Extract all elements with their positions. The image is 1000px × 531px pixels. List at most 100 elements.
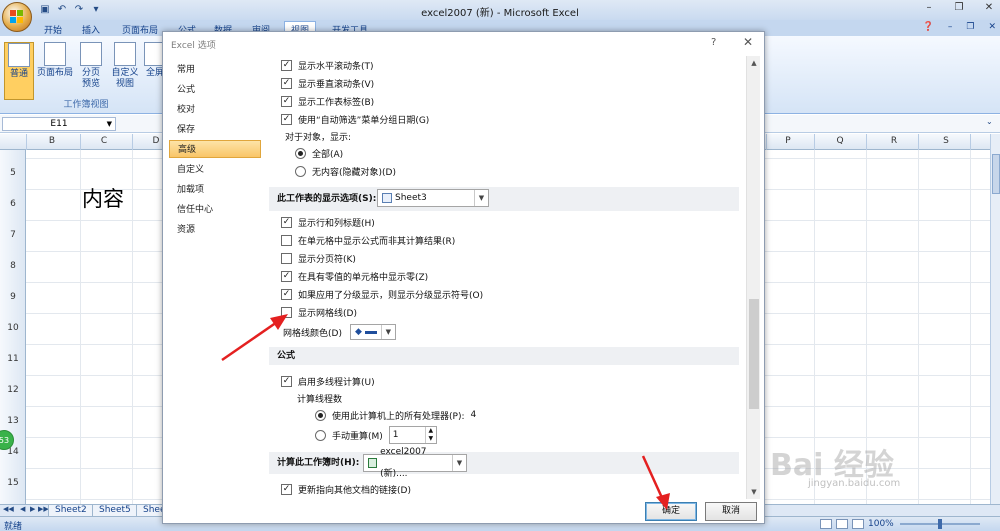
option-row[interactable]: ✓ 更新指向其他文档的链接(D) xyxy=(281,482,411,496)
column-header[interactable]: B xyxy=(42,136,62,146)
radio-button[interactable] xyxy=(295,165,306,177)
normal-view-small-icon[interactable] xyxy=(820,519,832,529)
checkbox[interactable]: ✓ xyxy=(281,113,292,125)
tab-page-layout[interactable]: 页面布局 xyxy=(122,23,158,36)
checkbox[interactable]: ✓ xyxy=(281,77,292,89)
normal-view-button[interactable]: 普通 xyxy=(4,42,34,100)
checkbox[interactable]: ✓ xyxy=(281,375,292,387)
zoom-level[interactable]: 100% xyxy=(868,519,894,529)
show-gridlines-row[interactable]: 显示网格线(D) xyxy=(281,305,357,319)
option-row[interactable]: ✓ 显示工作表标签(B) xyxy=(281,94,374,108)
checkbox[interactable] xyxy=(281,252,292,264)
nav-item-addins[interactable]: 加载项 xyxy=(169,181,261,199)
close-window-icon[interactable]: ✕ xyxy=(982,2,996,16)
zoom-slider-knob[interactable] xyxy=(938,519,942,529)
workbook-select[interactable]: excel2007 (新).... ▼ xyxy=(363,447,467,479)
sheet-vertical-scrollbar[interactable] xyxy=(990,134,1000,514)
custom-views-button[interactable]: 自定义 视图 xyxy=(110,42,140,90)
chevron-down-icon[interactable]: ▼ xyxy=(474,190,488,206)
page-break-small-icon[interactable] xyxy=(852,519,864,529)
tab-insert[interactable]: 插入 xyxy=(82,23,100,36)
restore-icon[interactable]: ❐ xyxy=(952,2,966,16)
row-header[interactable]: 9 xyxy=(0,292,26,302)
nav-item-proofing[interactable]: 校对 xyxy=(169,101,261,119)
page-break-preview-button[interactable]: 分页 预览 xyxy=(76,42,106,90)
expand-formula-bar-icon[interactable]: ⌄ xyxy=(986,117,996,131)
cell-text[interactable]: 内容 xyxy=(82,183,124,213)
checkbox[interactable]: ✓ xyxy=(281,59,292,71)
row-header[interactable]: 7 xyxy=(0,230,26,240)
column-header[interactable]: S xyxy=(936,136,956,146)
page-layout-view-button[interactable]: 页面布局 xyxy=(36,42,74,79)
option-row[interactable]: 全部(A) xyxy=(295,146,343,160)
row-header[interactable]: 8 xyxy=(0,261,26,271)
nav-item-save[interactable]: 保存 xyxy=(169,121,261,139)
option-row[interactable]: ✓ 显示水平滚动条(T) xyxy=(281,58,374,72)
scrollbar-thumb[interactable] xyxy=(749,299,759,409)
nav-item-trust-center[interactable]: 信任中心 xyxy=(169,201,261,219)
scroll-down-icon[interactable]: ▼ xyxy=(747,485,761,499)
column-header[interactable]: C xyxy=(94,136,114,146)
office-button[interactable] xyxy=(2,2,32,32)
checkbox[interactable]: ✓ xyxy=(281,288,292,300)
checkbox[interactable]: ✓ xyxy=(281,483,292,495)
zoom-slider[interactable] xyxy=(900,519,980,529)
option-row[interactable]: ✓ 在具有零值的单元格中显示零(Z) xyxy=(281,269,428,283)
column-header[interactable]: R xyxy=(884,136,904,146)
nav-item-popular[interactable]: 常用 xyxy=(169,61,261,79)
close-icon[interactable]: ✕ xyxy=(743,35,753,49)
chevron-down-icon[interactable]: ▼ xyxy=(380,325,395,339)
chevron-down-icon[interactable]: ▼ xyxy=(452,455,466,471)
option-row[interactable]: ✓ 如果应用了分级显示，则显示分级显示符号(O) xyxy=(281,287,483,301)
column-header[interactable]: P xyxy=(778,136,798,146)
checkbox[interactable]: ✓ xyxy=(281,270,292,282)
options-scrollbar[interactable]: ▲ ▼ xyxy=(746,56,760,499)
ribbon-close-icon[interactable]: ✕ xyxy=(988,22,996,32)
row-header[interactable]: 6 xyxy=(0,199,26,209)
help-icon[interactable]: ❓ xyxy=(923,22,934,32)
option-row[interactable]: ✓ 显示行和列标题(H) xyxy=(281,215,375,229)
radio-button[interactable] xyxy=(315,429,326,441)
option-row[interactable]: 在单元格中显示公式而非其计算结果(R) xyxy=(281,233,455,247)
nav-item-customize[interactable]: 自定义 xyxy=(169,161,261,179)
checkbox[interactable]: ✓ xyxy=(281,216,292,228)
ribbon-restore-icon[interactable]: ❐ xyxy=(966,22,974,32)
help-icon[interactable]: ? xyxy=(711,37,716,48)
option-row[interactable]: ✓ 显示垂直滚动条(V) xyxy=(281,76,374,90)
ok-button[interactable]: 确定 xyxy=(645,502,697,521)
radio-button[interactable] xyxy=(315,409,326,421)
column-header[interactable]: Q xyxy=(830,136,850,146)
scrollbar-thumb[interactable] xyxy=(992,154,1000,194)
option-row[interactable]: ✓ 使用“自动筛选”菜单分组日期(G) xyxy=(281,112,429,126)
cancel-button[interactable]: 取消 xyxy=(705,502,757,521)
row-header[interactable]: 13 xyxy=(0,416,26,426)
chevron-down-icon[interactable]: ▼ xyxy=(107,118,112,130)
ribbon-minimize-icon[interactable]: – xyxy=(948,22,953,32)
scroll-up-icon[interactable]: ▲ xyxy=(747,56,761,70)
nav-item-formulas[interactable]: 公式 xyxy=(169,81,261,99)
row-header[interactable]: 15 xyxy=(0,478,26,488)
page-layout-small-icon[interactable] xyxy=(836,519,848,529)
option-row[interactable]: 显示分页符(K) xyxy=(281,251,356,265)
row-header[interactable]: 11 xyxy=(0,354,26,364)
row-header[interactable]: 10 xyxy=(0,323,26,333)
row-header[interactable]: 12 xyxy=(0,385,26,395)
nav-item-advanced[interactable]: 高级 xyxy=(169,140,261,158)
option-row[interactable]: 无内容(隐藏对象)(D) xyxy=(295,164,396,178)
row-header[interactable]: 5 xyxy=(0,168,26,178)
first-sheet-icon[interactable]: ◀◀ xyxy=(3,505,14,513)
radio-button[interactable] xyxy=(295,147,306,159)
gridline-color-picker[interactable]: ◆ ▼ xyxy=(349,324,396,340)
tab-home[interactable]: 开始 xyxy=(44,23,62,36)
show-gridlines-checkbox[interactable] xyxy=(281,306,292,318)
sheet-select[interactable]: Sheet3 ▼ xyxy=(377,189,489,207)
next-sheet-icon[interactable]: ▶ xyxy=(30,505,35,513)
option-row[interactable]: 使用此计算机上的所有处理器(P): 4 xyxy=(315,408,476,422)
option-row[interactable]: ✓ 启用多线程计算(U) xyxy=(281,374,375,388)
nav-item-resources[interactable]: 资源 xyxy=(169,221,261,239)
minimize-icon[interactable]: – xyxy=(922,2,936,16)
prev-sheet-icon[interactable]: ◀ xyxy=(20,505,25,513)
checkbox[interactable] xyxy=(281,234,292,246)
checkbox[interactable]: ✓ xyxy=(281,95,292,107)
name-box[interactable]: E11 ▼ xyxy=(2,117,116,131)
